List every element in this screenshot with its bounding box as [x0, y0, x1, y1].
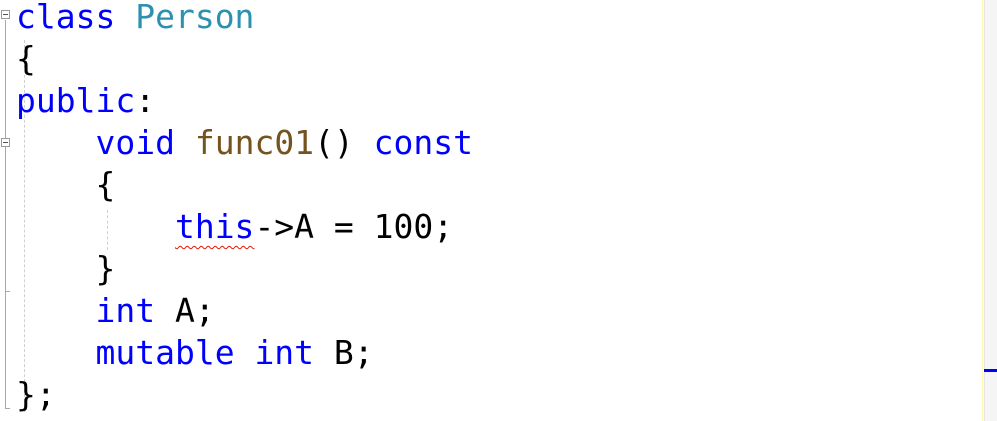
code-token: int: [254, 333, 315, 372]
code-line[interactable]: }: [16, 248, 115, 290]
function-outline-line: [5, 148, 6, 291]
code-token: const: [373, 123, 474, 162]
code-token: (): [314, 123, 374, 162]
class-outline-end: [5, 408, 10, 409]
code-token: Person: [135, 0, 255, 36]
collapse-function-icon[interactable]: [1, 138, 10, 147]
code-token: {: [95, 165, 116, 204]
code-token: class: [16, 0, 116, 36]
code-token: public: [16, 81, 136, 120]
editor-edge: [982, 0, 983, 421]
code-token: func01: [194, 123, 315, 162]
code-editor[interactable]: class Person{public: void func01() const…: [0, 0, 997, 421]
code-token: };: [16, 375, 56, 414]
code-line[interactable]: {: [16, 164, 115, 206]
code-line[interactable]: this->A = 100;: [16, 206, 453, 248]
code-token: {: [16, 39, 36, 78]
code-token: int: [95, 291, 156, 330]
outline-gutter: [0, 0, 14, 421]
code-line[interactable]: class Person: [16, 0, 254, 38]
vertical-scrollbar[interactable]: [984, 0, 997, 421]
code-line[interactable]: int A;: [16, 290, 215, 332]
code-line[interactable]: };: [16, 374, 56, 416]
code-line[interactable]: public:: [16, 80, 155, 122]
code-line[interactable]: {: [16, 38, 36, 80]
code-token: A;: [155, 291, 215, 330]
code-token: void: [95, 123, 175, 162]
code-token: B;: [314, 333, 374, 372]
error-token: this: [174, 207, 255, 246]
code-token: mutable: [95, 333, 235, 372]
collapse-class-icon[interactable]: [1, 10, 10, 19]
code-line[interactable]: void func01() const: [16, 122, 473, 164]
code-token: }: [95, 249, 116, 288]
scrollbar-caret-marker: [984, 369, 997, 372]
code-token: :: [135, 81, 156, 120]
function-outline-end: [5, 291, 10, 292]
code-token: ->A = 100;: [254, 207, 454, 246]
code-line[interactable]: mutable int B;: [16, 332, 374, 374]
